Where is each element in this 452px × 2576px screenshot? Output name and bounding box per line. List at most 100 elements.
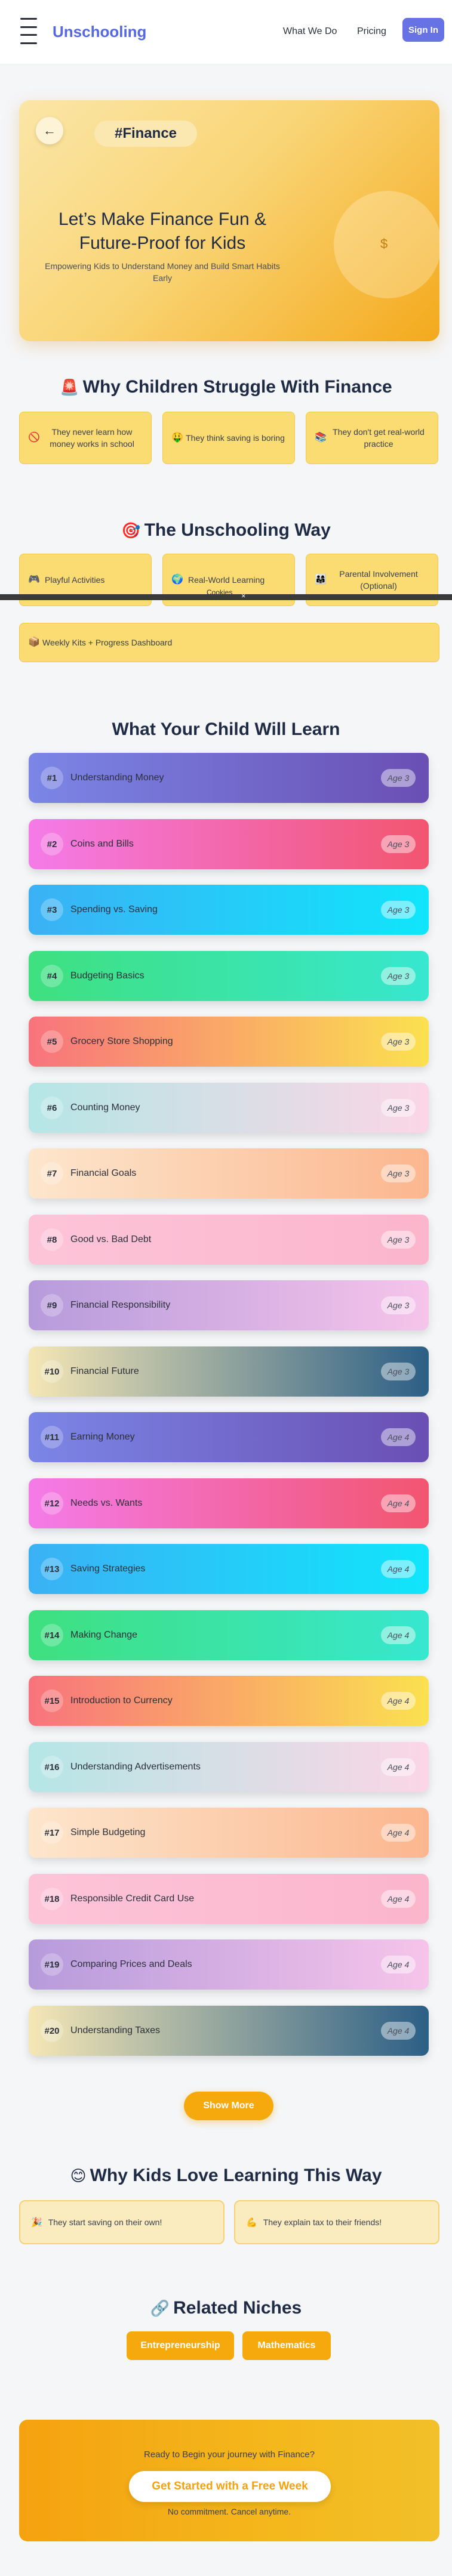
niche-mathematics-button[interactable]: Mathematics <box>242 2331 331 2360</box>
hero-title: Let’s Make Finance Fun & Future-Proof fo… <box>59 209 266 253</box>
prohibited-icon: 🚫 <box>28 433 40 443</box>
learn-item[interactable]: #18 Responsible Credit Card Use Age 4 <box>29 1874 429 1924</box>
learn-item[interactable]: #10 Financial Future Age 3 <box>29 1346 429 1397</box>
back-button[interactable]: ← <box>36 117 63 144</box>
top-header: Unschooling What We Do Pricing Sign In <box>0 0 452 64</box>
learn-item-number: #8 <box>41 1228 63 1251</box>
learn-item-age-badge: Age 3 <box>381 1363 416 1380</box>
logo[interactable]: Unschooling <box>53 23 146 41</box>
way-title-text: The Unschooling Way <box>144 520 331 540</box>
learn-item-name: Simple Budgeting <box>70 1827 146 1837</box>
struggle-title: 🚨 Why Children Struggle With Finance <box>0 377 452 397</box>
learn-item-name: Understanding Advertisements <box>70 1762 201 1772</box>
way-wide-card: 📦 Weekly Kits + Progress Dashboard <box>19 623 439 662</box>
love-card-text: They start saving on their own! <box>48 2217 162 2227</box>
nav-what-we-do[interactable]: What We Do <box>283 26 337 37</box>
target-icon: 🎯 <box>121 521 141 539</box>
learn-item-age-badge: Age 4 <box>381 1560 416 1578</box>
struggle-title-text: Why Children Struggle With Finance <box>82 377 392 397</box>
struggle-card: 🤑 They think saving is boring <box>162 412 295 464</box>
learn-item-name: Introduction to Currency <box>70 1695 173 1706</box>
learn-item[interactable]: #1 Understanding Money Age 3 <box>29 753 429 803</box>
hero-subtitle: Empowering Kids to Understand Money and … <box>45 261 280 283</box>
learn-item-age-badge: Age 4 <box>381 1428 416 1446</box>
learn-item-age-badge: Age 3 <box>381 1231 416 1249</box>
siren-icon: 🚨 <box>60 378 79 396</box>
learn-item[interactable]: #7 Financial Goals Age 3 <box>29 1148 429 1199</box>
learn-item-name: Spending vs. Saving <box>70 904 158 915</box>
love-title: 😊 Why Kids Love Learning This Way <box>0 2166 452 2186</box>
party-icon: 🎉 <box>31 2217 42 2228</box>
learn-item[interactable]: #17 Simple Budgeting Age 4 <box>29 1808 429 1858</box>
way-card-text: Real-World Learning <box>188 575 265 585</box>
get-started-button[interactable]: Get Started with a Free Week <box>129 2471 331 2502</box>
learn-item[interactable]: #6 Counting Money Age 3 <box>29 1083 429 1133</box>
topic-tag: #Finance <box>94 121 197 147</box>
muscle-icon: 💪 <box>246 2217 257 2228</box>
way-card-text: Playful Activities <box>45 575 105 585</box>
learn-item[interactable]: #15 Introduction to Currency Age 4 <box>29 1676 429 1726</box>
close-icon[interactable]: ✕ <box>241 593 246 600</box>
learn-item[interactable]: #2 Coins and Bills Age 3 <box>29 819 429 869</box>
cta-text: Ready to Begin your journey with Finance… <box>144 2450 315 2460</box>
learn-item[interactable]: #4 Budgeting Basics Age 3 <box>29 951 429 1001</box>
learn-item[interactable]: #3 Spending vs. Saving Age 3 <box>29 885 429 935</box>
show-more-button[interactable]: Show More <box>184 2092 273 2120</box>
learn-item-name: Earning Money <box>70 1432 135 1442</box>
link-icon: 🔗 <box>150 2299 170 2317</box>
struggle-card: 📚 They don't get real-world practice <box>306 412 438 464</box>
learn-item-number: #19 <box>41 1953 63 1976</box>
learn-item-name: Making Change <box>70 1630 138 1640</box>
learn-title: What Your Child Will Learn <box>112 719 340 739</box>
learn-item-age-badge: Age 3 <box>381 1296 416 1314</box>
nav-pricing[interactable]: Pricing <box>357 26 386 37</box>
learn-item-age-badge: Age 3 <box>381 1033 416 1051</box>
way-title: 🎯 The Unschooling Way <box>0 520 452 540</box>
learn-item[interactable]: #8 Good vs. Bad Debt Age 3 <box>29 1215 429 1265</box>
learn-item-number: #17 <box>41 1821 63 1844</box>
smile-icon: 😊 <box>70 2167 87 2185</box>
love-card-text: They explain tax to their friends! <box>263 2217 382 2227</box>
learn-item-number: #18 <box>41 1888 63 1910</box>
learn-item-name: Saving Strategies <box>70 1564 146 1574</box>
learn-item-name: Needs vs. Wants <box>70 1498 143 1508</box>
love-title-text: Why Kids Love Learning This Way <box>90 2166 382 2185</box>
learn-item-number: #16 <box>41 1756 63 1778</box>
family-icon: 👨‍👩‍👧 <box>315 574 327 585</box>
learn-item-age-badge: Age 4 <box>381 1956 416 1973</box>
way-wide-card-text: Weekly Kits + Progress Dashboard <box>42 638 173 647</box>
learn-item[interactable]: #9 Financial Responsibility Age 3 <box>29 1280 429 1330</box>
learn-item-number: #4 <box>41 965 63 987</box>
struggle-card-text: They think saving is boring <box>186 433 285 443</box>
niches-title: 🔗 Related Niches <box>0 2298 452 2318</box>
learn-item-age-badge: Age 3 <box>381 1165 416 1182</box>
learn-item-number: #3 <box>41 898 63 921</box>
package-icon: 📦 <box>28 637 40 647</box>
learn-item[interactable]: #12 Needs vs. Wants Age 4 <box>29 1478 429 1528</box>
books-icon: 📚 <box>315 433 327 443</box>
learn-item-age-badge: Age 3 <box>381 769 416 787</box>
globe-icon: 🌍 <box>171 574 183 585</box>
learn-item[interactable]: #19 Comparing Prices and Deals Age 4 <box>29 1939 429 1990</box>
learn-item-name: Financial Future <box>70 1366 139 1376</box>
arrow-left-icon: ← <box>43 123 56 138</box>
learn-item-name: Understanding Taxes <box>70 2025 161 2036</box>
learn-item[interactable]: #14 Making Change Age 4 <box>29 1610 429 1660</box>
learn-item[interactable]: #11 Earning Money Age 4 <box>29 1412 429 1462</box>
menu-icon[interactable] <box>20 18 37 44</box>
cta-note: No commitment. Cancel anytime. <box>167 2507 291 2516</box>
learn-item[interactable]: #5 Grocery Store Shopping Age 3 <box>29 1017 429 1067</box>
niche-entrepreneurship-button[interactable]: Entrepreneurship <box>127 2331 234 2360</box>
learn-item-age-badge: Age 4 <box>381 1824 416 1842</box>
way-card-text: Parental Involvement (Optional) <box>339 569 418 591</box>
hero-banner: ← #Finance Let’s Make Finance Fun & Futu… <box>19 100 441 341</box>
learn-item-name: Financial Responsibility <box>70 1300 171 1310</box>
learn-item-name: Budgeting Basics <box>70 971 144 981</box>
sign-in-button[interactable]: Sign In <box>402 18 444 42</box>
learn-item-age-badge: Age 3 <box>381 967 416 985</box>
learn-item[interactable]: #20 Understanding Taxes Age 4 <box>29 2006 429 2056</box>
learn-item-age-badge: Age 4 <box>381 1626 416 1644</box>
love-card: 🎉 They start saving on their own! <box>19 2200 225 2244</box>
learn-item[interactable]: #13 Saving Strategies Age 4 <box>29 1544 429 1594</box>
learn-item[interactable]: #16 Understanding Advertisements Age 4 <box>29 1742 429 1792</box>
